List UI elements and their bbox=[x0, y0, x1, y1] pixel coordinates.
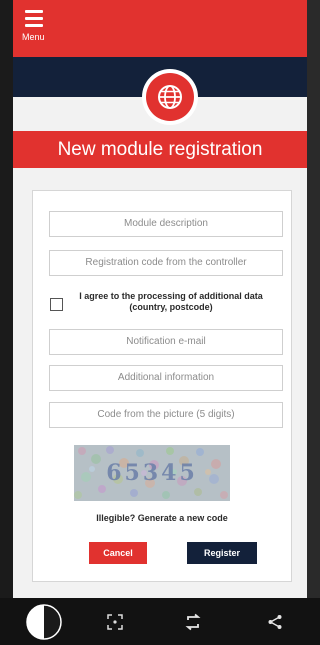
notification-email-input[interactable]: Notification e-mail bbox=[49, 329, 283, 355]
globe-badge bbox=[142, 69, 198, 125]
hamburger-icon bbox=[25, 10, 43, 27]
rotate-icon[interactable] bbox=[178, 598, 208, 645]
page-title-band: New module registration bbox=[13, 131, 307, 168]
globe-icon bbox=[146, 73, 194, 121]
device-edge-left bbox=[0, 0, 13, 645]
contrast-icon[interactable] bbox=[20, 598, 68, 645]
menu-button[interactable]: Menu bbox=[22, 6, 50, 50]
module-description-input[interactable]: Module description bbox=[49, 211, 283, 237]
menu-label: Menu bbox=[22, 32, 45, 42]
page-title: New module registration bbox=[57, 139, 263, 160]
cancel-button[interactable]: Cancel bbox=[89, 542, 147, 564]
consent-label: I agree to the processing of additional … bbox=[79, 291, 263, 312]
share-icon[interactable] bbox=[260, 598, 290, 645]
consent-checkbox[interactable] bbox=[50, 298, 63, 311]
register-button[interactable]: Register bbox=[187, 542, 257, 564]
registration-form: Module description Registration code fro… bbox=[32, 190, 292, 582]
regenerate-captcha-link[interactable]: Illegible? Generate a new code bbox=[33, 513, 291, 523]
captcha-code-input[interactable]: Code from the picture (5 digits) bbox=[49, 402, 283, 428]
additional-info-input[interactable]: Additional information bbox=[49, 365, 283, 391]
captcha-image: 65345 bbox=[74, 445, 230, 501]
focus-icon[interactable] bbox=[100, 598, 130, 645]
consent-row: I agree to the processing of additional … bbox=[45, 289, 285, 323]
app-screen: Menu New module registration Module desc… bbox=[13, 0, 307, 598]
app-frame: Menu New module registration Module desc… bbox=[0, 0, 320, 645]
device-bottom-bar bbox=[0, 598, 320, 645]
top-bar: Menu bbox=[13, 0, 307, 57]
device-edge-right bbox=[307, 0, 320, 645]
captcha-code-text: 65345 bbox=[106, 460, 198, 486]
registration-code-input[interactable]: Registration code from the controller bbox=[49, 250, 283, 276]
